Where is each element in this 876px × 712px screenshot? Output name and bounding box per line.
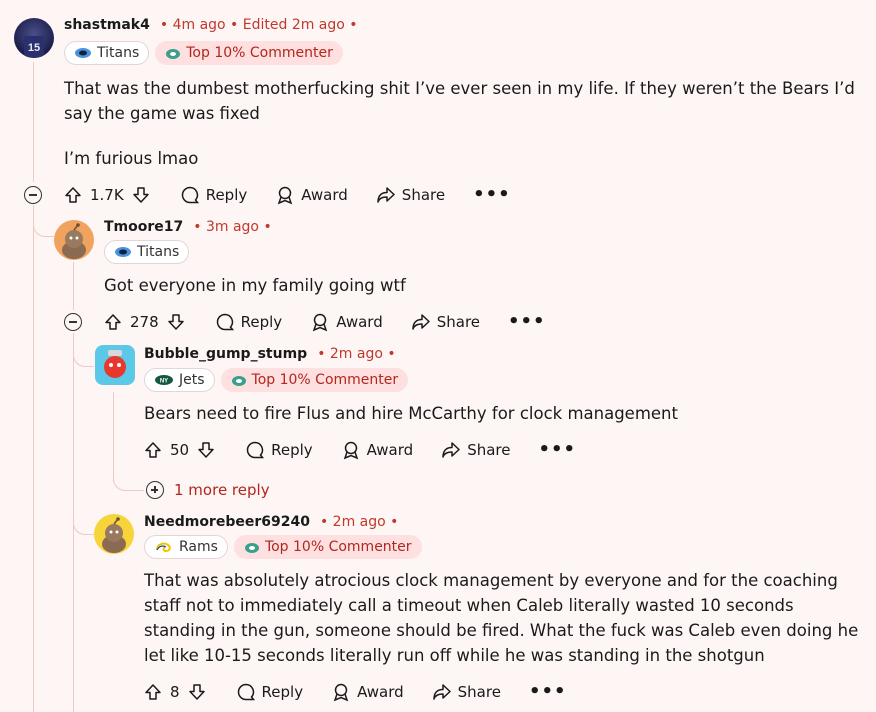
reply-button[interactable]: Reply <box>215 312 282 332</box>
more-replies-link[interactable]: 1 more reply <box>146 481 270 499</box>
rams-logo-icon <box>156 542 171 553</box>
upvote-icon[interactable] <box>64 186 82 204</box>
thread-line-level2 <box>113 392 114 482</box>
timestamp: • 3m ago • <box>193 219 272 235</box>
share-icon <box>377 187 395 203</box>
award-button[interactable]: Award <box>341 440 413 460</box>
vote-count: 278 <box>130 313 159 331</box>
top-commenter-icon <box>231 376 246 386</box>
jets-logo-icon: NY <box>155 375 173 385</box>
top-commenter-badge: Top 10% Commenter <box>155 41 343 65</box>
vote-count: 50 <box>170 441 190 459</box>
jersey-avatar-icon: 15 <box>24 36 44 58</box>
top-commenter-badge: Top 10% Commenter <box>233 535 422 559</box>
team-flair: Titans <box>104 240 190 264</box>
comment-body: Bears need to fire Flus and hire McCarth… <box>144 404 678 423</box>
reply-bubble-icon <box>216 313 234 331</box>
thread-elbow <box>113 470 144 491</box>
thread-elbow <box>33 212 54 237</box>
more-options-button[interactable]: ••• <box>529 683 567 701</box>
upvote-icon[interactable] <box>144 441 162 459</box>
downvote-icon[interactable] <box>167 313 185 331</box>
more-options-button[interactable]: ••• <box>508 313 546 331</box>
reply-bubble-icon <box>246 441 265 459</box>
upvote-icon[interactable] <box>144 683 162 701</box>
collapse-thread-button[interactable] <box>24 186 42 204</box>
award-button[interactable]: Award <box>275 185 348 205</box>
comment-body: That was the dumbest motherfucking shit … <box>64 79 855 123</box>
vote-count: 1.7K <box>90 186 124 204</box>
username[interactable]: shastmak4 <box>64 17 150 33</box>
share-icon <box>432 684 451 700</box>
avatar[interactable] <box>94 514 134 554</box>
vote-count: 8 <box>170 683 180 701</box>
thread-elbow <box>73 338 94 367</box>
svg-text:NY: NY <box>160 379 168 385</box>
downvote-icon[interactable] <box>197 441 215 459</box>
more-replies-label: 1 more reply <box>174 481 270 499</box>
badge-label: Top 10% Commenter <box>186 45 333 61</box>
reply-button[interactable]: Reply <box>245 440 313 460</box>
share-button[interactable]: Share <box>441 440 510 460</box>
snoo-avatar-icon <box>102 517 126 553</box>
team-flair: Titans <box>64 41 150 65</box>
avatar[interactable] <box>95 345 135 385</box>
svg-text:15: 15 <box>28 42 40 54</box>
username[interactable]: Tmoore17 <box>104 219 183 235</box>
flair-label: Jets <box>179 372 205 388</box>
titans-logo-icon <box>115 247 131 257</box>
top-commenter-icon <box>166 49 181 59</box>
thread-elbow <box>73 510 94 535</box>
share-icon <box>411 314 430 330</box>
reply-button[interactable]: Reply <box>180 185 247 205</box>
badge-label: Top 10% Commenter <box>251 372 399 388</box>
more-options-button[interactable]: ••• <box>538 441 576 459</box>
flair-label: Rams <box>179 539 218 555</box>
downvote-icon[interactable] <box>132 186 150 204</box>
timestamp: • 4m ago • Edited 2m ago • <box>159 17 358 33</box>
share-button[interactable]: Share <box>411 312 480 332</box>
titans-logo-icon <box>75 48 91 58</box>
share-button[interactable]: Share <box>432 682 501 702</box>
award-icon <box>278 186 293 205</box>
share-icon <box>442 442 460 458</box>
collapse-thread-button[interactable] <box>64 313 82 331</box>
upvote-icon[interactable] <box>104 313 122 331</box>
timestamp: • 2m ago • <box>319 514 399 530</box>
badge-label: Top 10% Commenter <box>264 539 412 555</box>
reply-bubble-icon <box>237 683 255 701</box>
share-button[interactable]: Share <box>376 185 445 205</box>
award-icon <box>343 441 358 460</box>
reply-button[interactable]: Reply <box>236 682 303 702</box>
reply-bubble-icon <box>181 186 199 204</box>
username[interactable]: Needmorebeer69240 <box>144 514 310 530</box>
expand-icon <box>146 481 164 499</box>
avatar[interactable] <box>54 220 94 260</box>
flair-label: Titans <box>137 244 180 260</box>
thread-line-root <box>33 62 34 182</box>
top-commenter-icon <box>244 543 259 553</box>
snoo-avatar-icon <box>104 350 126 378</box>
comment-body: I’m furious lmao <box>64 149 199 168</box>
snoo-avatar-icon <box>62 223 86 259</box>
comment-body: Got everyone in my family going wtf <box>104 276 406 295</box>
more-options-button[interactable]: ••• <box>473 186 511 204</box>
award-icon <box>333 683 349 702</box>
team-flair: Rams <box>144 535 228 559</box>
username[interactable]: Bubble_gump_stump <box>144 346 307 362</box>
award-icon <box>312 313 328 332</box>
flair-label: Titans <box>97 45 140 61</box>
top-commenter-badge: Top 10% Commenter <box>220 368 409 392</box>
comment-body: That was absolutely atrocious clock mana… <box>144 571 859 665</box>
thread-line-level1 <box>73 262 74 310</box>
award-button[interactable]: Award <box>310 312 383 332</box>
avatar[interactable]: 15 <box>14 18 54 58</box>
downvote-icon[interactable] <box>188 683 206 701</box>
team-flair: NY Jets <box>144 368 215 392</box>
award-button[interactable]: Award <box>331 682 404 702</box>
thread-line-root-lower <box>33 205 34 712</box>
timestamp: • 2m ago • <box>317 346 396 362</box>
